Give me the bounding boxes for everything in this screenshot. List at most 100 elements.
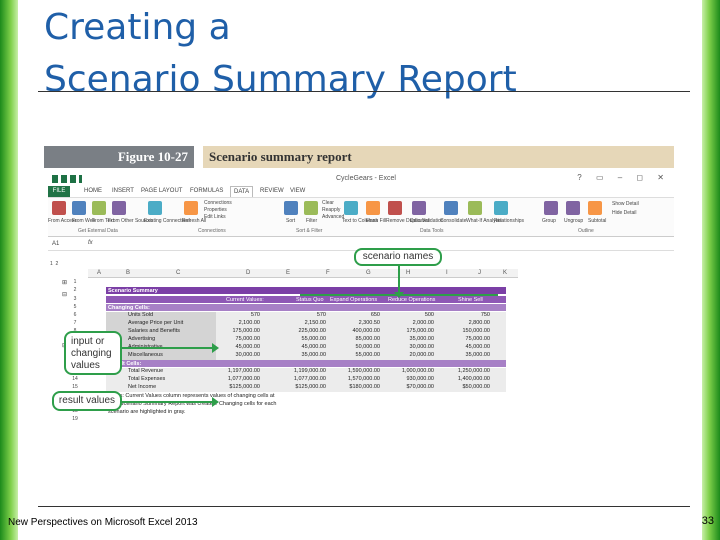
subtotal-icon[interactable] <box>588 201 602 215</box>
existing-connections-icon[interactable] <box>148 201 162 215</box>
col-header[interactable]: F <box>326 270 330 276</box>
cell-value[interactable]: 55,000.00 <box>338 352 380 358</box>
col-header[interactable]: I <box>446 270 448 276</box>
data-validation-icon[interactable] <box>412 201 426 215</box>
fx-icon[interactable]: fx <box>88 240 93 246</box>
col-header[interactable]: D <box>246 270 250 276</box>
ribbon-label-edit-links[interactable]: Edit Links <box>204 214 226 220</box>
cell-value[interactable]: 750 <box>448 312 490 318</box>
cell-value[interactable]: 650 <box>338 312 380 318</box>
sort-icon[interactable] <box>284 201 298 215</box>
cell-value[interactable]: 20,000.00 <box>392 352 434 358</box>
col-header[interactable]: A <box>97 270 101 276</box>
tab-file[interactable]: FILE <box>48 186 70 197</box>
col-header[interactable]: H <box>406 270 410 276</box>
flash-fill-icon[interactable] <box>366 201 380 215</box>
outline-level-buttons[interactable]: 1 2 <box>50 261 58 267</box>
cell-value[interactable]: 500 <box>392 312 434 318</box>
cell-value[interactable]: 50,000.00 <box>338 344 380 350</box>
text-to-columns-icon[interactable] <box>344 201 358 215</box>
cell-value[interactable]: $180,000.00 <box>338 384 380 390</box>
outline-expand-icon[interactable]: ⊞ <box>62 279 67 286</box>
ribbon-label-advanced[interactable]: Advanced <box>322 214 344 220</box>
arrow-right-icon <box>212 397 219 407</box>
cell-value[interactable]: 1,077,000.00 <box>284 376 326 382</box>
cell-value[interactable]: 2,800.00 <box>448 320 490 326</box>
cell-value[interactable]: 45,000.00 <box>448 344 490 350</box>
cell-value[interactable]: 1,590,000.00 <box>338 368 380 374</box>
cell-value[interactable]: 1,077,000.00 <box>218 376 260 382</box>
cell-value[interactable]: 570 <box>218 312 260 318</box>
cell-value[interactable]: $125,000.00 <box>284 384 326 390</box>
cell-value[interactable]: 150,000.00 <box>448 328 490 334</box>
ribbon-label-clear[interactable]: Clear <box>322 200 334 206</box>
cell-value[interactable]: 35,000.00 <box>284 352 326 358</box>
from-access-icon[interactable] <box>52 201 66 215</box>
refresh-all-icon[interactable] <box>184 201 198 215</box>
row-label: Miscellaneous <box>128 352 163 358</box>
cell-value[interactable]: 75,000.00 <box>448 336 490 342</box>
ungroup-icon[interactable] <box>566 201 580 215</box>
cell-value[interactable]: 2,100.00 <box>218 320 260 326</box>
col-header[interactable]: J <box>478 270 481 276</box>
cell-value[interactable]: $125,000.00 <box>218 384 260 390</box>
cell-value[interactable]: 75,000.00 <box>218 336 260 342</box>
cell-value[interactable]: 45,000.00 <box>218 344 260 350</box>
cell-value[interactable]: $70,000.00 <box>392 384 434 390</box>
cell-value[interactable]: 570 <box>284 312 326 318</box>
cell-value[interactable]: 85,000.00 <box>338 336 380 342</box>
col-header[interactable]: K <box>503 270 507 276</box>
title-divider <box>38 91 690 92</box>
tab-formulas[interactable]: FORMULAS <box>190 188 223 194</box>
ribbon-label-properties[interactable]: Properties <box>204 207 227 213</box>
ribbon-label-reapply[interactable]: Reapply <box>322 207 340 213</box>
cell-value[interactable]: 1,199,000.00 <box>284 368 326 374</box>
col-header[interactable]: G <box>366 270 371 276</box>
cell-value[interactable]: 1,197,000.00 <box>218 368 260 374</box>
ribbon-label-group: Group <box>542 218 556 224</box>
outline-collapse-icon[interactable]: ⊟ <box>62 291 67 298</box>
cell-value[interactable]: 225,000.00 <box>284 328 326 334</box>
ribbon-label-connections[interactable]: Connections <box>204 200 232 206</box>
tab-view[interactable]: VIEW <box>290 188 305 194</box>
what-if-analysis-icon[interactable] <box>468 201 482 215</box>
consolidate-icon[interactable] <box>444 201 458 215</box>
filter-icon[interactable] <box>304 201 318 215</box>
ribbon-label-hide-detail[interactable]: Hide Detail <box>612 210 636 216</box>
cell-value[interactable]: $50,000.00 <box>448 384 490 390</box>
cell-value[interactable]: 1,000,000.00 <box>392 368 434 374</box>
cell-value[interactable]: 55,000.00 <box>284 336 326 342</box>
col-header[interactable]: B <box>126 270 130 276</box>
cell-value[interactable]: 1,570,000.00 <box>338 376 380 382</box>
relationships-icon[interactable] <box>494 201 508 215</box>
col-header[interactable]: C <box>176 270 180 276</box>
cell-value[interactable]: 2,150.00 <box>284 320 326 326</box>
cell-value[interactable]: 2,300.50 <box>338 320 380 326</box>
window-controls[interactable]: ? ▭ – ◻ ✕ <box>577 173 670 182</box>
cell-value[interactable]: 30,000.00 <box>218 352 260 358</box>
cell-value[interactable]: 2,000.00 <box>392 320 434 326</box>
quick-access-toolbar[interactable] <box>52 175 82 183</box>
cell-value[interactable]: 175,000.00 <box>218 328 260 334</box>
tab-home[interactable]: HOME <box>84 188 102 194</box>
cell-value[interactable]: 1,400,000.00 <box>448 376 490 382</box>
ribbon-label-show-detail[interactable]: Show Detail <box>612 201 639 207</box>
tab-insert[interactable]: INSERT <box>112 188 134 194</box>
cell-value[interactable]: 45,000.00 <box>284 344 326 350</box>
cell-value[interactable]: 175,000.00 <box>392 328 434 334</box>
name-box[interactable]: A1 <box>52 241 59 247</box>
from-web-icon[interactable] <box>72 201 86 215</box>
cell-value[interactable]: 30,000.00 <box>392 344 434 350</box>
cell-value[interactable]: 1,250,000.00 <box>448 368 490 374</box>
group-icon[interactable] <box>544 201 558 215</box>
from-other-sources-icon[interactable] <box>112 201 126 215</box>
cell-value[interactable]: 35,000.00 <box>448 352 490 358</box>
from-text-icon[interactable] <box>92 201 106 215</box>
cell-value[interactable]: 930,000.00 <box>392 376 434 382</box>
tab-page-layout[interactable]: PAGE LAYOUT <box>141 188 182 194</box>
tab-review[interactable]: REVIEW <box>260 188 284 194</box>
remove-duplicates-icon[interactable] <box>388 201 402 215</box>
col-header[interactable]: E <box>286 270 290 276</box>
cell-value[interactable]: 35,000.00 <box>392 336 434 342</box>
cell-value[interactable]: 400,000.00 <box>338 328 380 334</box>
